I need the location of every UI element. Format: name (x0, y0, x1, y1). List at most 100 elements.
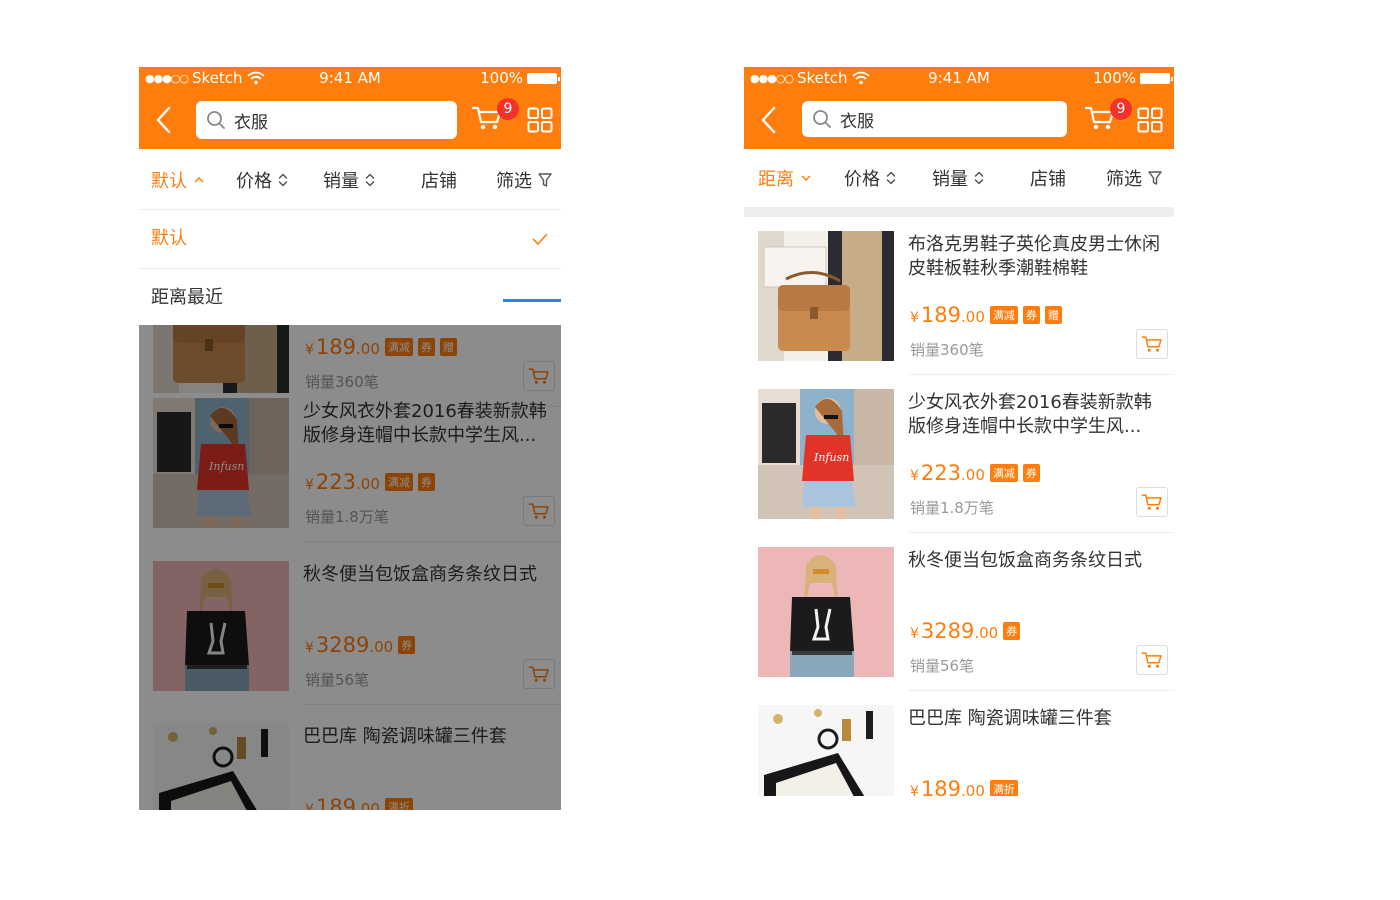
chevron-up-icon (194, 176, 204, 183)
sort-bar: 距离 价格 销量 店铺 筛选 (744, 149, 1174, 207)
battery-icon (1140, 72, 1173, 84)
product-image (758, 389, 894, 519)
price-line: ¥ 189 .00 满折 (910, 777, 1018, 796)
search-text: 衣服 (840, 111, 874, 132)
tab-label: 价格 (844, 169, 880, 190)
search-icon (206, 110, 226, 130)
tab-label: 筛选 (1106, 169, 1142, 190)
tab-label: 店铺 (421, 171, 457, 192)
battery-info: 100% (1093, 69, 1173, 87)
promo-tag: 券 (1003, 622, 1021, 640)
cart-button[interactable]: 9 (471, 98, 519, 136)
product-title: 布洛克男鞋子英伦真皮男士休闲皮鞋板鞋秋季潮鞋棉鞋 (908, 234, 1160, 279)
product-item[interactable]: 巴巴库 陶瓷调味罐三件套 ¥ 189 .00 满折 (744, 705, 1174, 796)
add-to-cart-button[interactable] (1136, 645, 1168, 675)
cart-button[interactable]: 9 (1084, 98, 1132, 136)
divider (908, 690, 1174, 691)
tab-store[interactable]: 店铺 (1030, 165, 1066, 191)
promo-tag: 券 (1022, 306, 1040, 324)
tab-label: 销量 (323, 171, 359, 192)
status-bar: ●●●○○ Sketch 9:41 AM 100% (139, 67, 561, 89)
tab-price[interactable]: 价格 (844, 165, 896, 191)
promo-tag: 赠 (1044, 306, 1062, 324)
product-item[interactable]: 少女风衣外套2016春装新款韩版修身连帽中长款中学生风... ¥ 223 .00… (744, 389, 1174, 547)
tab-sales[interactable]: 销量 (323, 167, 375, 193)
product-item[interactable]: 布洛克男鞋子英伦真皮男士休闲皮鞋板鞋秋季潮鞋棉鞋 ¥ 189 .00 满减 券 … (744, 231, 1174, 389)
price-line: ¥ 3289 .00 券 (910, 619, 1021, 643)
promo-tag: 满减 (989, 464, 1018, 482)
status-bar: ●●●○○ Sketch 9:41 AM 100% (744, 67, 1174, 89)
product-title: 巴巴库 陶瓷调味罐三件套 (908, 708, 1112, 729)
tab-label: 价格 (236, 171, 272, 192)
dim-overlay[interactable] (139, 325, 561, 810)
promo-tag: 满折 (989, 780, 1018, 796)
search-bar[interactable]: 衣服 (196, 101, 457, 139)
back-icon[interactable] (758, 105, 780, 135)
currency-symbol: ¥ (910, 784, 919, 796)
scroll-indicator (503, 299, 561, 302)
option-label: 默认 (151, 228, 187, 249)
price-line: ¥ 223 .00 满减 券 (910, 461, 1040, 485)
tab-label: 默认 (151, 171, 187, 192)
tab-store[interactable]: 店铺 (421, 167, 457, 193)
sales-count: 销量360笔 (910, 341, 984, 359)
price-line: ¥ 189 .00 满减 券 赠 (910, 303, 1062, 327)
tab-default[interactable]: 默认 (151, 167, 205, 193)
cart-badge: 9 (1110, 98, 1132, 120)
tab-label: 筛选 (496, 171, 532, 192)
right-phone-screen: ●●●○○ Sketch 9:41 AM 100% 衣服 9 距离 价格 销量 … (744, 67, 1174, 796)
tab-sales[interactable]: 销量 (932, 165, 984, 191)
filter-icon (1148, 170, 1162, 186)
product-image (758, 547, 894, 677)
sort-arrows-icon (278, 172, 288, 188)
dropdown-option-nearest[interactable]: 距离最近 (139, 268, 561, 326)
price-decimal: .00 (961, 782, 985, 796)
product-image (758, 705, 894, 796)
left-phone-screen: ●●●○○ Sketch 9:41 AM 100% 衣服 9 默认 价格 销量 … (139, 67, 561, 810)
sort-bar: 默认 价格 销量 店铺 筛选 (139, 149, 561, 209)
promo-tag: 券 (1022, 464, 1040, 482)
search-text: 衣服 (234, 112, 268, 133)
battery-percent: 100% (1093, 69, 1136, 87)
tab-label: 销量 (932, 169, 968, 190)
search-bar[interactable]: 衣服 (802, 101, 1067, 137)
chevron-down-icon (801, 175, 811, 182)
price-integer: 189 (920, 777, 962, 796)
currency-symbol: ¥ (910, 626, 919, 642)
tab-distance[interactable]: 距离 (758, 165, 812, 191)
battery-icon (527, 72, 560, 84)
grid-view-icon[interactable] (1137, 107, 1163, 133)
product-title: 少女风衣外套2016春装新款韩版修身连帽中长款中学生风... (908, 392, 1152, 437)
price-integer: 3289 (920, 619, 975, 643)
sales-count: 销量56笔 (910, 657, 975, 675)
header-bar: ●●●○○ Sketch 9:41 AM 100% 衣服 9 (139, 67, 561, 149)
price-integer: 223 (920, 461, 962, 485)
cart-icon (1141, 650, 1163, 670)
search-icon (812, 109, 832, 129)
cart-badge: 9 (497, 98, 519, 120)
battery-info: 100% (480, 69, 560, 87)
promo-tag: 满减 (989, 306, 1018, 324)
cart-icon (1141, 492, 1163, 512)
back-icon[interactable] (153, 105, 175, 135)
sort-arrows-icon (886, 170, 896, 186)
section-separator (744, 207, 1174, 217)
divider (908, 374, 1174, 375)
add-to-cart-button[interactable] (1136, 487, 1168, 517)
product-item[interactable]: 秋冬便当包饭盒商务条纹日式 ¥ 3289 .00 券 销量56笔 (744, 547, 1174, 705)
price-decimal: .00 (961, 466, 985, 484)
sort-arrows-icon (365, 172, 375, 188)
price-integer: 189 (920, 303, 962, 327)
currency-symbol: ¥ (910, 310, 919, 326)
tab-filter[interactable]: 筛选 (1106, 165, 1162, 191)
tab-filter[interactable]: 筛选 (496, 167, 552, 193)
grid-view-icon[interactable] (527, 107, 553, 133)
sort-dropdown: 默认 距离最近 (139, 209, 561, 325)
cart-icon (1141, 334, 1163, 354)
dropdown-option-default[interactable]: 默认 (139, 210, 561, 268)
tab-price[interactable]: 价格 (236, 167, 288, 193)
currency-symbol: ¥ (910, 468, 919, 484)
tab-label: 距离 (758, 169, 794, 190)
price-decimal: .00 (961, 308, 985, 326)
add-to-cart-button[interactable] (1136, 329, 1168, 359)
